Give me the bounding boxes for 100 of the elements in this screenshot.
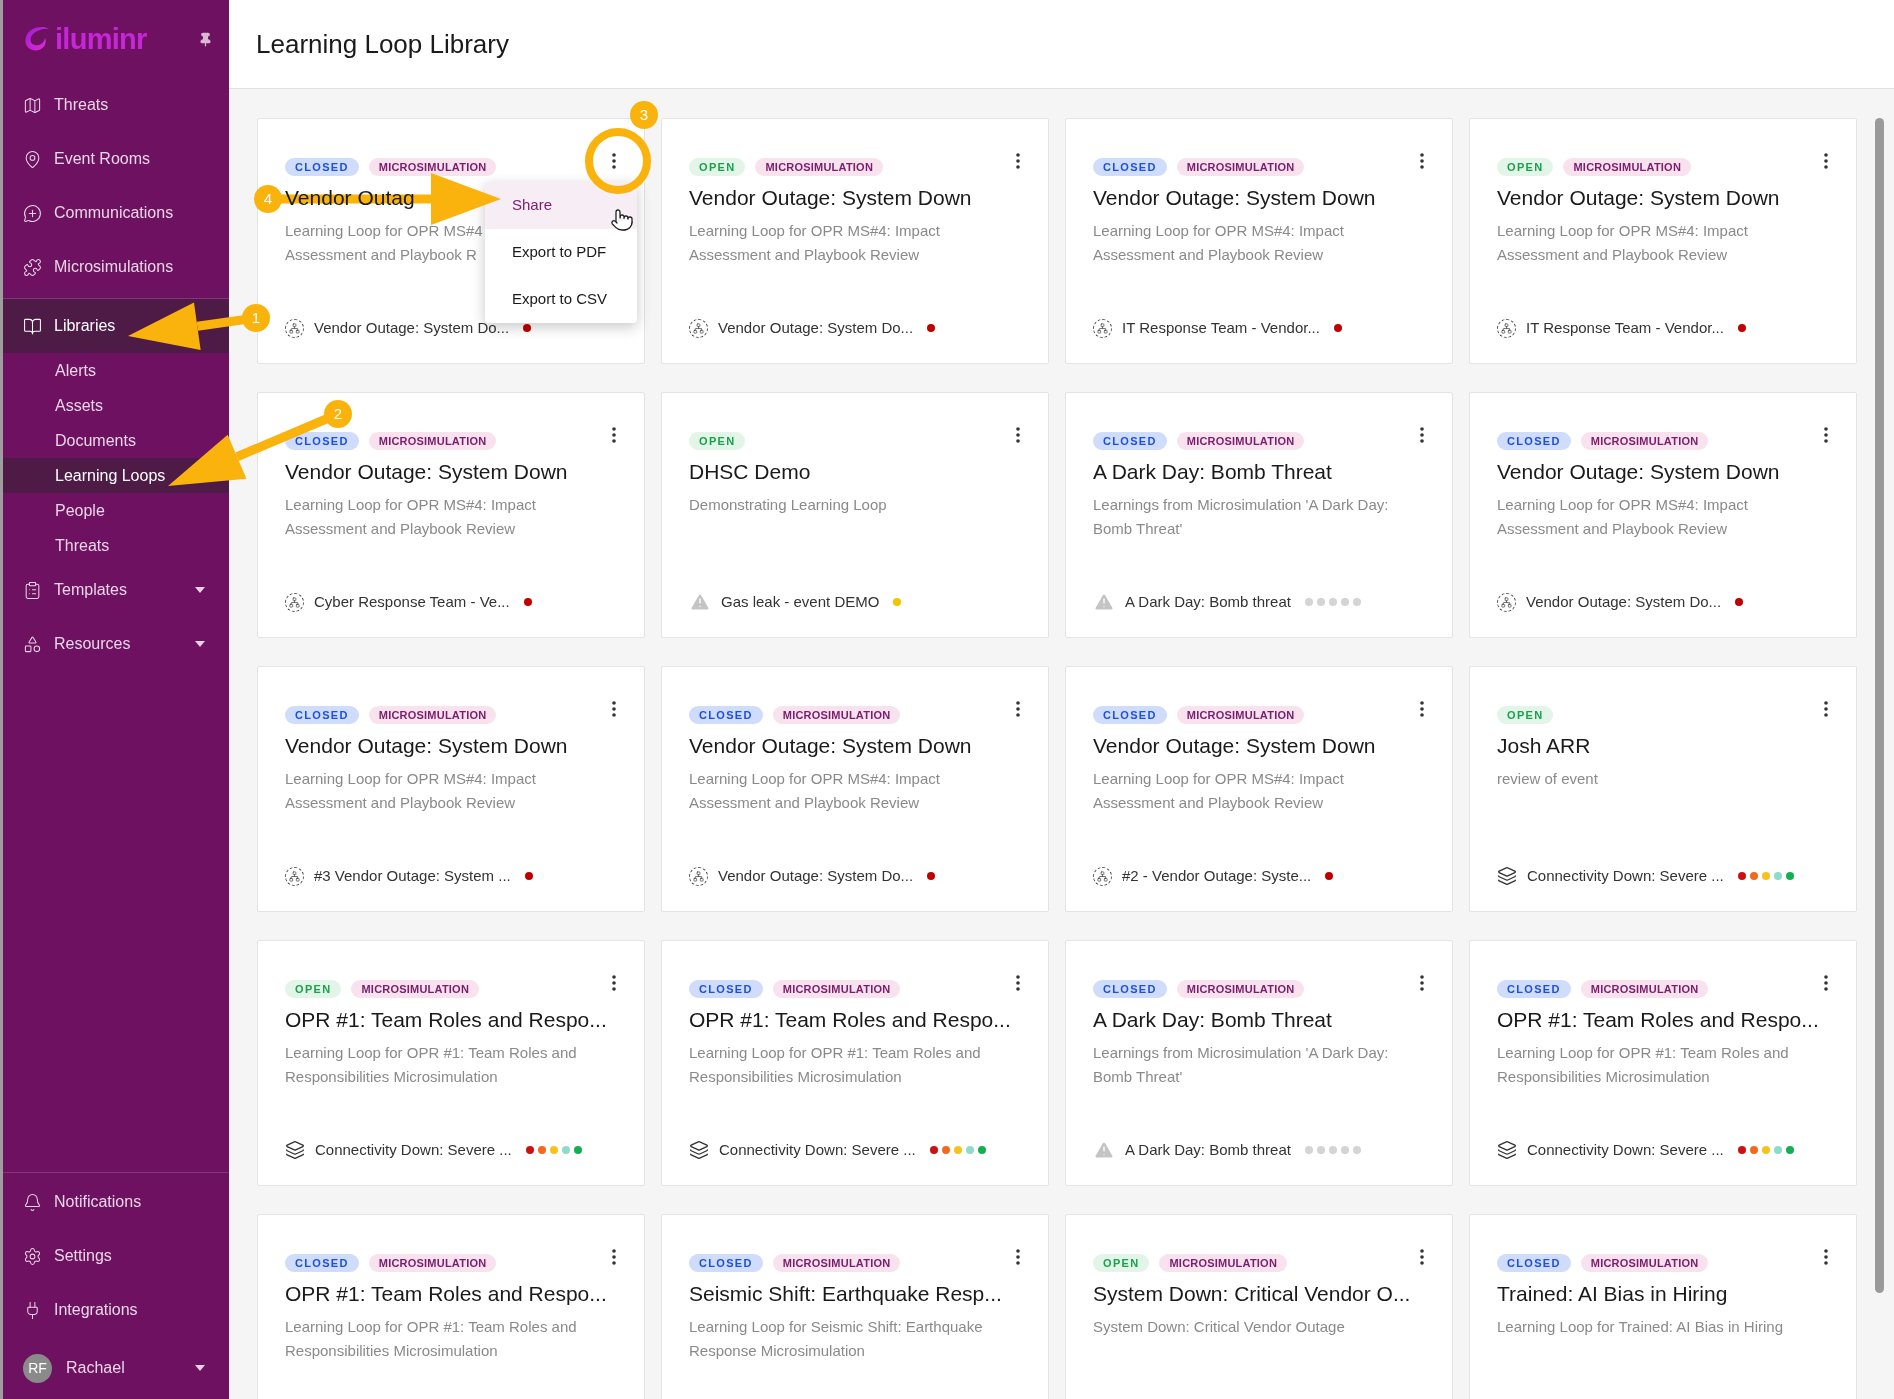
learning-loop-card[interactable]: OPEN Josh ARR review of event Connectivity Down: Severe ... xyxy=(1469,666,1857,912)
hand-cursor-icon xyxy=(610,208,634,232)
linked-event-text: Cyber Response Team - Ve... xyxy=(314,591,510,612)
learning-loop-card[interactable]: OPEN MICROSIMULATION Vendor Outage: System Down Learning Loop for OPR MS#4: Impact Assessment and Playbook Review IT Response Team - Vendor... xyxy=(1469,118,1857,364)
learning-loop-card[interactable]: CLOSED MICROSIMULATION Vendor Outage: System Down Learning Loop for OPR MS#4: Impact Assessment and Playbook Review IT Response Team - Vendor... xyxy=(1065,118,1453,364)
learning-loop-card[interactable]: CLOSED MICROSIMULATION Vendor Outage: System Down Learning Loop for OPR MS#4: Impact Assessment and Playbook Review Vendor Outage: System Do... xyxy=(661,666,1049,912)
settings-icon xyxy=(23,1246,42,1266)
nav-item[interactable]: Settings xyxy=(3,1229,229,1283)
tag-badge: OPEN xyxy=(1497,706,1554,724)
card-title: Vendor Outage: System Down xyxy=(285,459,568,485)
learning-loop-card[interactable]: CLOSED MICROSIMULATION Trained: AI Bias in Hiring Learning Loop for Trained: AI Bias in Hiring xyxy=(1469,1214,1857,1399)
tag-badge: MICROSIMULATION xyxy=(1580,1254,1709,1272)
user-menu[interactable]: RF Rachael xyxy=(3,1337,229,1399)
tag-badge: MICROSIMULATION xyxy=(772,1254,901,1272)
card-description: Learning Loop for OPR MS#4: Impact Assessment and Playbook Review xyxy=(1093,221,1345,265)
caret-icon xyxy=(195,1365,205,1371)
card-description: Learning Loop for OPR MS#4: Impact Assessment and Playbook Review xyxy=(285,769,537,813)
tag-badge: MICROSIMULATION xyxy=(772,706,901,724)
more-options-icon xyxy=(1824,701,1828,717)
learning-loop-card[interactable]: CLOSED MICROSIMULATION OPR #1: Team Roles and Respo... Learning Loop for OPR #1: Team Roles and Responsibilities Microsimulation Connectivity Down: Severe ... xyxy=(661,940,1049,1186)
more-options-icon xyxy=(1016,975,1020,991)
nav-item[interactable]: Threats xyxy=(3,78,229,132)
linked-event-text: #3 Vendor Outage: System ... xyxy=(314,865,511,886)
nav-item[interactable]: Communications xyxy=(3,186,229,240)
tag-badge: CLOSED xyxy=(1497,432,1571,450)
learning-loop-card[interactable]: OPEN DHSC Demo Demonstrating Learning Loop Gas leak - event DEMO xyxy=(661,392,1049,638)
learning-loop-card[interactable]: CLOSED MICROSIMULATION A Dark Day: Bomb Threat Learnings from Microsimulation 'A Dark Day: Bomb Threat' A Dark Day: Bomb threat xyxy=(1065,392,1453,638)
learning-loop-card[interactable]: OPEN MICROSIMULATION OPR #1: Team Roles and Respo... Learning Loop for OPR #1: Team Roles and Responsibilities Microsimulation Connectivity Down: Severe ... xyxy=(257,940,645,1186)
card-title: Seismic Shift: Earthquake Resp... xyxy=(689,1281,1002,1307)
learning-loop-card[interactable]: CLOSED MICROSIMULATION OPR #1: Team Roles and Respo... Learning Loop for OPR #1: Team Roles and Responsibilities Microsimulation xyxy=(257,1214,645,1399)
card-title: Vendor Outage: System Down xyxy=(1497,185,1780,211)
more-options-icon xyxy=(1420,1249,1424,1265)
tag-badge: CLOSED xyxy=(689,980,763,998)
card-title: DHSC Demo xyxy=(689,459,811,485)
more-options-icon xyxy=(1420,153,1424,169)
more-options-icon xyxy=(1420,427,1424,443)
tag-badge: CLOSED xyxy=(285,1254,359,1272)
learning-loop-card[interactable]: CLOSED MICROSIMULATION A Dark Day: Bomb Threat Learnings from Microsimulation 'A Dark Day: Bomb Threat' A Dark Day: Bomb threat xyxy=(1065,940,1453,1186)
tag-badge: CLOSED xyxy=(285,158,359,176)
tag-badge: MICROSIMULATION xyxy=(1176,980,1305,998)
linked-event-text: #2 - Vendor Outage: Syste... xyxy=(1122,865,1312,886)
tag-badge: MICROSIMULATION xyxy=(1563,158,1692,176)
nav-item[interactable]: Event Rooms xyxy=(3,132,229,186)
card-description: Learning Loop for OPR MS#4: Impact Assessment and Playbook Review xyxy=(689,221,941,265)
pin-icon[interactable] xyxy=(198,31,213,47)
tag-badge: MICROSIMULATION xyxy=(368,432,497,450)
learning-loop-card[interactable]: CLOSED MICROSIMULATION Vendor Outage: System Down Learning Loop for OPR MS#4: Impact Assessment and Playbook Review #3 Vendor Outage: System ... xyxy=(257,666,645,912)
tag-badge: MICROSIMULATION xyxy=(1176,158,1305,176)
tag-badge: MICROSIMULATION xyxy=(1176,432,1305,450)
tag-badge: MICROSIMULATION xyxy=(368,1254,497,1272)
tag-badge: CLOSED xyxy=(689,706,763,724)
nav-item[interactable]: Integrations xyxy=(3,1283,229,1337)
learning-loop-card[interactable]: OPEN MICROSIMULATION Vendor Outage: System Down Learning Loop for OPR MS#4: Impact Assessment and Playbook Review Vendor Outage: System Do... xyxy=(661,118,1049,364)
more-options-icon xyxy=(612,701,616,717)
caret-icon xyxy=(195,641,205,647)
nav-item[interactable]: Notifications xyxy=(3,1175,229,1229)
more-options-icon xyxy=(612,427,616,443)
nav-subitem[interactable]: Alerts xyxy=(55,358,96,383)
menu-item[interactable]: Export to PDF xyxy=(485,229,637,276)
card-title: Vendor Outage: System Down xyxy=(1093,185,1376,211)
nav-subitem[interactable]: Assets xyxy=(55,393,103,418)
tag-badge: CLOSED xyxy=(1093,158,1167,176)
card-title: Vendor Outage: System Down xyxy=(1497,459,1780,485)
card-title: A Dark Day: Bomb Threat xyxy=(1093,1007,1332,1033)
linked-event-text: Vendor Outage: System Do... xyxy=(718,317,914,338)
tag-badge: MICROSIMULATION xyxy=(351,980,480,998)
nav-item[interactable]: Templates xyxy=(3,563,229,617)
linked-event-text: IT Response Team - Vendor... xyxy=(1526,317,1724,338)
card-title: Vendor Outage: System Down xyxy=(689,185,972,211)
more-options-icon xyxy=(612,1249,616,1265)
warning-icon xyxy=(1093,1139,1115,1161)
tag-badge: CLOSED xyxy=(1497,1254,1571,1272)
menu-item[interactable]: Share xyxy=(485,182,637,229)
nav-subitem[interactable]: Documents xyxy=(55,428,136,453)
nav-subitem[interactable]: Threats xyxy=(55,533,110,558)
tag-badge: CLOSED xyxy=(285,432,359,450)
tag-badge: MICROSIMULATION xyxy=(1159,1254,1288,1272)
learning-loop-card[interactable]: CLOSED MICROSIMULATION OPR #1: Team Roles and Respo... Learning Loop for OPR #1: Team Roles and Responsibilities Microsimulation Connectivity Down: Severe ... xyxy=(1469,940,1857,1186)
highlight-ring xyxy=(585,128,651,194)
nav-item[interactable]: Resources xyxy=(3,617,229,671)
card-description: Learning Loop for OPR #1: Team Roles and Responsibilities Microsimulation xyxy=(1497,1043,1790,1087)
scrollbar[interactable] xyxy=(1875,118,1884,1293)
nav-subitem[interactable]: People xyxy=(55,498,105,523)
more-options-icon xyxy=(612,975,616,991)
more-options-icon xyxy=(612,153,616,169)
learning-loop-card[interactable]: CLOSED MICROSIMULATION Seismic Shift: Earthquake Resp... Learning Loop for Seismic Shift: Earthquake Response Microsimulation xyxy=(661,1214,1049,1399)
learning-loop-card[interactable]: OPEN MICROSIMULATION System Down: Critical Vendor O... System Down: Critical Vendor Outage xyxy=(1065,1214,1453,1399)
learning-loop-card[interactable]: CLOSED MICROSIMULATION Vendor Outage: System Down Learning Loop for OPR MS#4: Impact Assessment and Playbook Review Vendor Outage: System Do... xyxy=(1469,392,1857,638)
linked-event-text: A Dark Day: Bomb threat xyxy=(1125,1139,1291,1160)
linked-event-text: Connectivity Down: Severe ... xyxy=(1527,865,1724,886)
layers-icon xyxy=(689,1140,709,1160)
learning-loop-card[interactable]: CLOSED MICROSIMULATION Vendor Outage: System Down Learning Loop for OPR MS#4: Impact Assessment and Playbook Review #2 - Vendor Outage: Syste... xyxy=(1065,666,1453,912)
tag-badge: MICROSIMULATION xyxy=(1580,432,1709,450)
tag-badge: CLOSED xyxy=(689,1254,763,1272)
more-options-icon xyxy=(1824,1249,1828,1265)
nav-item[interactable]: Microsimulations xyxy=(3,240,229,294)
chat-plus-icon xyxy=(23,203,42,223)
more-options-icon xyxy=(1016,701,1020,717)
tag-badge: MICROSIMULATION xyxy=(1176,706,1305,724)
clipboard-icon xyxy=(23,580,42,600)
